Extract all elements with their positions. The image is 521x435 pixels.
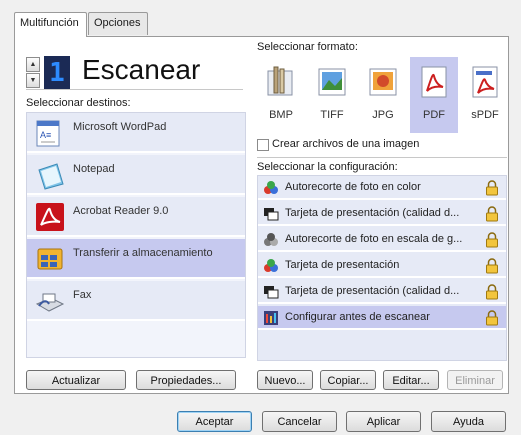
help-button[interactable]: Ayuda: [431, 411, 506, 432]
lock-icon: [486, 258, 498, 274]
destination-item-fax[interactable]: Fax: [27, 281, 245, 321]
ok-button[interactable]: Aceptar: [177, 411, 252, 432]
destination-label: Microsoft WordPad: [73, 121, 167, 133]
lock-icon: [486, 310, 498, 326]
format-label: JPG: [372, 109, 394, 121]
config-item[interactable]: Tarjeta de presentación: [258, 254, 506, 278]
counter-spinner[interactable]: ▲ ▼: [26, 57, 40, 89]
destination-item-wordpad[interactable]: A≡ Microsoft WordPad: [27, 113, 245, 153]
business-card-bw-icon: [264, 286, 279, 299]
format-label: TIFF: [320, 109, 344, 121]
config-label: Tarjeta de presentación (calidad d...: [285, 285, 460, 297]
config-item-selected[interactable]: Configurar antes de escanear: [258, 306, 506, 330]
configuration-list[interactable]: Autorecorte de foto en color Tarjeta de …: [257, 175, 507, 361]
scan-title: Escanear: [82, 54, 201, 85]
notepad-icon: [38, 163, 64, 190]
apply-button[interactable]: Aplicar: [346, 411, 421, 432]
grayscale-photo-icon: [264, 233, 278, 246]
cancel-button[interactable]: Cancelar: [262, 411, 337, 432]
business-card-bw-icon: [264, 208, 279, 221]
properties-panel: ▲ ▼ 1 Escanear Seleccionar destinos: A≡ …: [14, 36, 509, 394]
lock-icon: [486, 232, 498, 248]
acrobat-icon: [36, 203, 64, 231]
format-spdf[interactable]: sPDF: [461, 57, 509, 133]
format-label: BMP: [269, 109, 293, 121]
config-label: Tarjeta de presentación: [285, 259, 400, 271]
single-image-checkbox[interactable]: [257, 139, 269, 151]
destination-list[interactable]: A≡ Microsoft WordPad Notepad Acrobat Rea…: [26, 112, 246, 358]
tab-multifuncion[interactable]: Multifunción: [14, 12, 87, 37]
format-label: PDF: [423, 109, 445, 121]
divider: [257, 157, 507, 158]
jpg-icon: [369, 68, 397, 96]
format-tiff[interactable]: TIFF: [308, 57, 356, 133]
destination-item-acrobat[interactable]: Acrobat Reader 9.0: [27, 197, 245, 237]
lock-icon: [486, 180, 498, 196]
lock-icon: [486, 284, 498, 300]
button-counter-display: 1: [44, 56, 70, 90]
config-item[interactable]: Tarjeta de presentación (calidad d...: [258, 280, 506, 304]
destination-label: Transferir a almacenamiento: [73, 247, 213, 259]
format-bmp[interactable]: BMP: [257, 57, 305, 133]
destination-label: Fax: [73, 289, 92, 301]
tab-opciones[interactable]: Opciones: [88, 12, 148, 35]
divider: [26, 89, 243, 90]
wordpad-icon: A≡: [36, 120, 60, 147]
spin-down-button[interactable]: ▼: [26, 73, 40, 88]
config-item[interactable]: Tarjeta de presentación (calidad d...: [258, 202, 506, 226]
scan-button-selector: ▲ ▼ 1 Escanear: [26, 54, 246, 92]
format-pdf[interactable]: PDF: [410, 57, 458, 133]
format-label: sPDF: [471, 109, 499, 121]
format-heading: Seleccionar formato:: [257, 41, 358, 53]
config-label: Configurar antes de escanear: [285, 311, 430, 323]
single-image-label: Crear archivos de una imagen: [272, 138, 420, 150]
spdf-icon: [472, 66, 498, 98]
color-photo-icon: [264, 181, 278, 194]
config-label: Autorecorte de foto en color: [285, 181, 421, 193]
config-item[interactable]: Autorecorte de foto en escala de g...: [258, 228, 506, 252]
format-selector: BMP TIFF JPG PDF sPDF: [257, 57, 507, 133]
edit-button[interactable]: Editar...: [383, 370, 439, 390]
destination-item-notepad[interactable]: Notepad: [27, 155, 245, 195]
lock-icon: [486, 206, 498, 222]
destination-label: Acrobat Reader 9.0: [73, 205, 169, 217]
pdf-icon: [421, 66, 447, 98]
new-button[interactable]: Nuevo...: [257, 370, 313, 390]
delete-button[interactable]: Eliminar: [447, 370, 503, 390]
color-photo-icon: [264, 259, 278, 272]
config-item[interactable]: Autorecorte de foto en color: [258, 176, 506, 200]
spin-up-button[interactable]: ▲: [26, 57, 40, 72]
refresh-button[interactable]: Actualizar: [26, 370, 126, 390]
tiff-icon: [318, 68, 346, 96]
destinations-heading: Seleccionar destinos:: [26, 97, 131, 109]
storage-icon: [37, 248, 63, 270]
format-jpg[interactable]: JPG: [359, 57, 407, 133]
configuration-heading: Seleccionar la configuración:: [257, 161, 398, 173]
bmp-icon: [267, 66, 293, 96]
destination-item-storage[interactable]: Transferir a almacenamiento: [27, 239, 245, 279]
configure-icon: [264, 311, 278, 325]
copy-button[interactable]: Copiar...: [320, 370, 376, 390]
svg-text:A≡: A≡: [40, 130, 51, 140]
config-label: Tarjeta de presentación (calidad d...: [285, 207, 460, 219]
fax-icon: [35, 293, 65, 312]
config-label: Autorecorte de foto en escala de g...: [285, 233, 463, 245]
destination-label: Notepad: [73, 163, 115, 175]
properties-button[interactable]: Propiedades...: [136, 370, 236, 390]
